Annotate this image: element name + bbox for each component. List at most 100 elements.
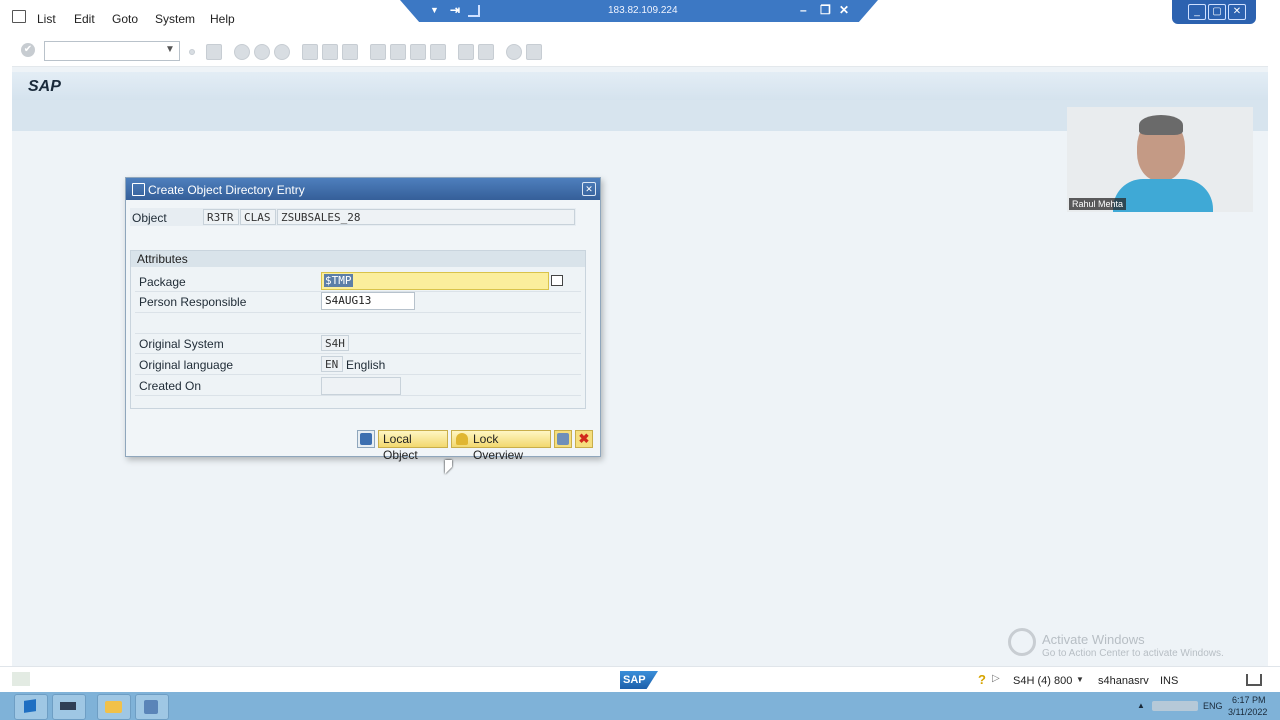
unlock-icon[interactable] [1246,674,1262,686]
cancel-button[interactable]: ✖ [575,430,593,448]
chevron-down-icon[interactable]: ▼ [165,44,175,55]
back-icon[interactable] [234,44,250,60]
language-indicator[interactable]: ENG [1203,701,1223,711]
object-name-field: ZSUBSALES_28 [277,209,575,225]
menu-goto[interactable]: Goto [112,12,138,26]
find-icon[interactable] [322,44,338,60]
close-icon[interactable]: ✕ [1228,4,1246,20]
window-controls: _ ▢ ✕ [1172,0,1256,24]
menu-system[interactable]: System [155,12,195,26]
system-info: S4H (4) 800 [1013,675,1073,687]
tray-chevron-up-icon[interactable]: ▲ [1137,701,1145,710]
object-label: Object [132,211,167,225]
transport-icon [557,433,569,445]
rdp-dropdown-icon[interactable]: ▼ [430,5,439,15]
shortcut-icon[interactable] [478,44,494,60]
clock-date[interactable]: 3/11/2022 [1228,707,1267,717]
tray-icons[interactable] [1152,701,1198,711]
spacer-row [135,313,581,334]
save-icon [360,433,372,445]
presenter-hair [1139,115,1183,135]
taskbar-app-terminal[interactable] [52,694,86,720]
rdp-close-icon[interactable]: ✕ [839,3,849,17]
menu-list[interactable]: List [37,12,56,26]
dialog-edit-icon [132,183,145,196]
orig-language-label: Original language [139,358,234,372]
close-icon[interactable]: ✕ [582,182,596,196]
created-on-field [321,377,401,395]
cancel-icon[interactable] [274,44,290,60]
menu-help[interactable]: Help [210,12,235,26]
print-icon[interactable] [302,44,318,60]
cancel-icon: ✖ [578,431,590,446]
page-title: SAP [28,78,61,95]
terminal-icon [60,702,76,710]
sap-logo: SAP [620,671,658,689]
package-value: $TMP [324,274,353,287]
local-object-label: Local Object [383,432,418,462]
object-pgmid-field: R3TR [203,209,239,225]
person-row: Person Responsible S4AUG13 [135,292,581,313]
lock-overview-icon [456,433,468,445]
lock-overview-button[interactable]: Lock Overview [451,430,551,462]
sap-gui-icon [144,700,158,714]
start-button[interactable] [14,694,48,720]
watermark-title: Activate Windows [1042,632,1145,647]
help-icon[interactable] [506,44,522,60]
minimize-icon[interactable]: _ [1188,4,1206,20]
left-border [0,66,12,666]
help-hint-icon[interactable]: ? [978,672,986,687]
person-label: Person Responsible [139,295,247,309]
previous-page-icon[interactable] [390,44,406,60]
last-page-icon[interactable] [430,44,446,60]
webcam-overlay: Rahul Mehta [1067,107,1253,212]
orig-system-row: Original System S4H [135,333,581,354]
create-object-directory-dialog: Create Object Directory Entry ✕ Object R… [125,177,601,462]
orig-language-name: English [346,358,386,372]
save-icon[interactable] [206,44,222,60]
new-session-icon[interactable] [458,44,474,60]
rdp-minimize-icon[interactable]: – [800,3,807,17]
attributes-title: Attributes [131,251,585,267]
folder-icon [105,701,122,713]
taskbar-app-explorer[interactable] [97,694,131,720]
windows-taskbar: ▲ ENG 6:17 PM 3/11/2022 [0,692,1280,720]
menu-edit[interactable]: Edit [74,12,95,26]
value-help-icon[interactable] [551,275,563,286]
status-message-area [12,672,30,686]
exit-icon[interactable] [254,44,270,60]
command-field[interactable]: ▼ [44,41,180,61]
local-object-button[interactable]: Local Object [378,430,448,462]
transport-button[interactable] [554,430,572,448]
title-bar: SAP [12,72,1268,100]
status-bar: SAP ? ▷ S4H (4) 800 ▼ s4hanasrv INS [0,666,1280,693]
person-input[interactable]: S4AUG13 [321,292,415,310]
presenter-body [1113,179,1213,212]
play-icon[interactable]: ▷ [992,673,1000,684]
menu-app-icon[interactable] [12,10,26,23]
find-next-icon[interactable] [342,44,358,60]
presenter-name: Rahul Mehta [1069,198,1127,210]
dialog-title: Create Object Directory Entry [148,183,305,197]
package-input[interactable]: $TMP [321,272,549,290]
rdp-ip-address: 183.82.109.224 [608,5,678,16]
created-on-row: Created On [135,375,581,396]
remote-desktop-bar: ▼ ⇥ 183.82.109.224 – ❐ ✕ [400,0,878,22]
key-icon [1008,628,1036,656]
orig-language-code: EN [321,356,343,372]
next-page-icon[interactable] [410,44,426,60]
rdp-restore-icon[interactable]: ❐ [820,3,831,17]
chevron-down-icon[interactable]: ▼ [1076,675,1084,684]
taskbar-app-sap[interactable] [135,694,169,720]
layout-icon[interactable] [526,44,542,60]
orig-system-label: Original System [139,337,224,351]
standard-toolbar: ✔ ▼ [0,38,1280,67]
save-button[interactable] [357,430,375,448]
created-on-label: Created On [139,379,202,393]
maximize-icon[interactable]: ▢ [1208,4,1226,20]
clock-time[interactable]: 6:17 PM [1232,695,1266,705]
first-page-icon[interactable] [370,44,386,60]
rdp-pin-icon[interactable]: ⇥ [450,3,460,17]
dialog-title-bar[interactable]: Create Object Directory Entry ✕ [126,178,600,200]
enter-icon[interactable]: ✔ [21,43,35,57]
